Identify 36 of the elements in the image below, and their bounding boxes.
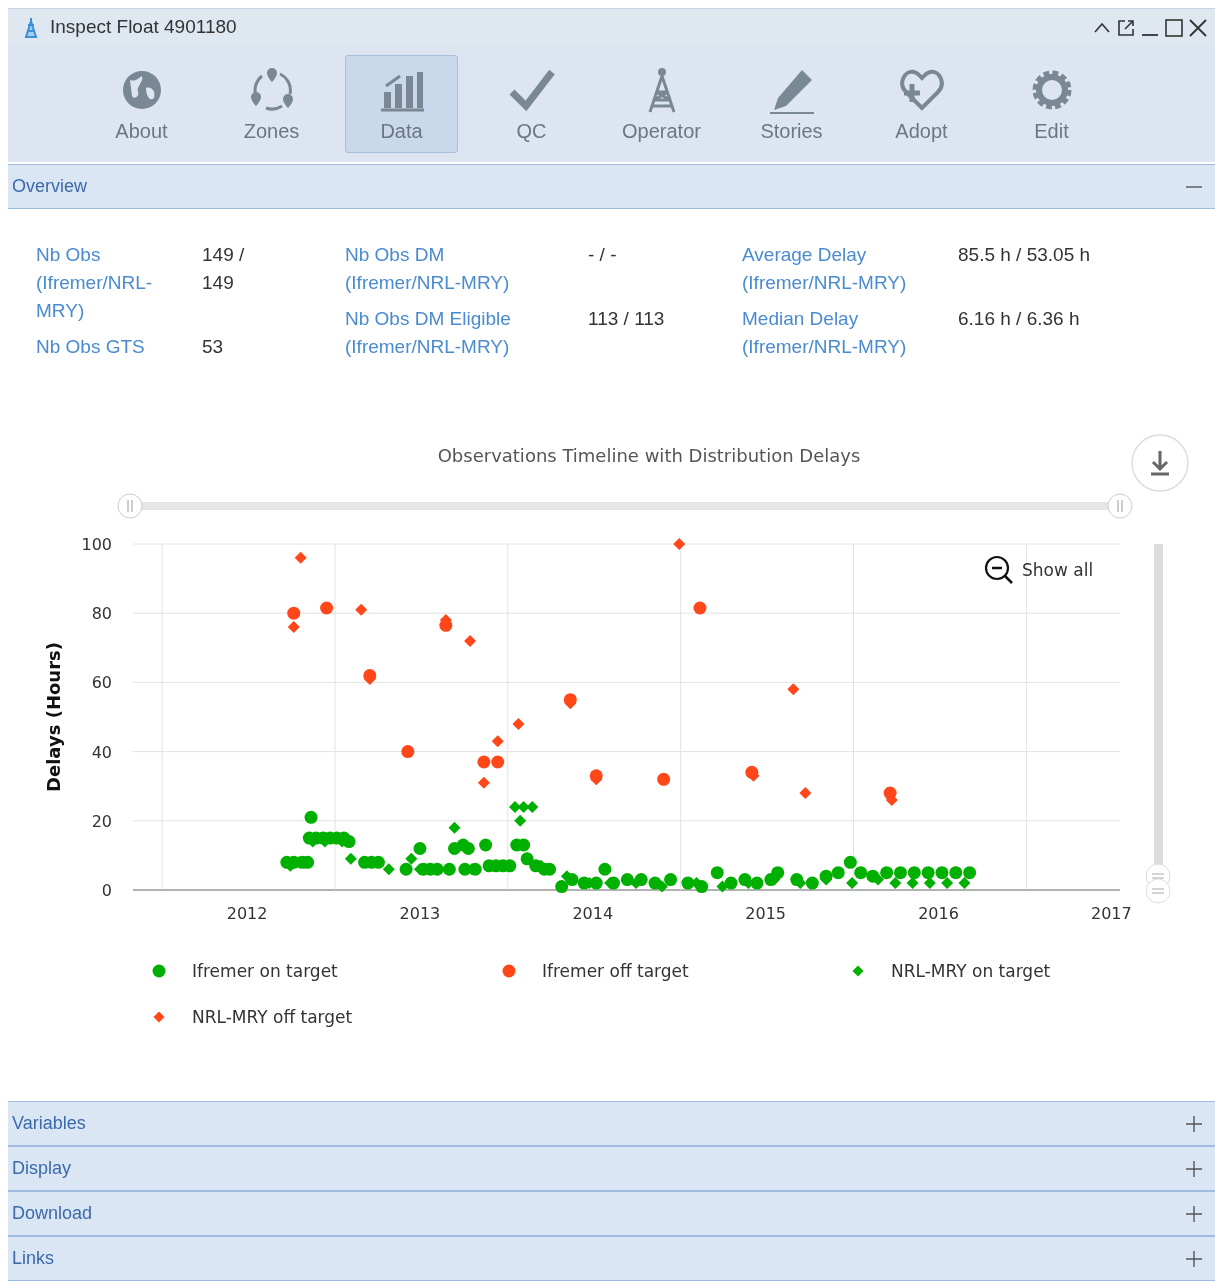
stat-label: Nb Obs GTS [36, 335, 146, 359]
axis-title: Delays (Hours) [43, 642, 64, 792]
legend-label: NRL-MRY off target [192, 1007, 353, 1027]
axis-tick-label: 80 [91, 604, 112, 624]
section-title: Links [12, 1247, 55, 1270]
section-title: Download [12, 1202, 93, 1225]
chart-title: Observations Timeline with Distribution Delays [437, 445, 861, 466]
axis-tick-label: 0 [101, 881, 112, 900]
section-title: Overview [12, 175, 87, 198]
legend-label: NRL-MRY on target [891, 961, 1051, 981]
stat-value: 6.16 h / 6.36 h [958, 308, 1080, 329]
axis-tick-label: 2012 [226, 904, 268, 923]
legend-label: Ifremer on target [192, 961, 339, 981]
stat-value: 53 [202, 335, 225, 359]
axis-tick-label: 2014 [572, 904, 614, 923]
axis-tick-label: 2017 [1091, 904, 1132, 923]
axis-tick-label: 40 [91, 742, 112, 762]
legend-label: Ifremer off target [542, 961, 690, 981]
stat-value: 113 / 113 [588, 308, 665, 329]
axis-tick-label: 20 [91, 811, 112, 831]
stat-label: Nb Obs DM Eligible (Ifremer/NRL-MRY) [345, 307, 512, 359]
stat-label: Median Delay (Ifremer/NRL-MRY) [742, 307, 908, 359]
stat-value: 149 / 149 [202, 243, 246, 295]
axis-tick-label: 2016 [918, 904, 959, 923]
axis-tick-label: 60 [91, 673, 112, 693]
section-title: Variables [12, 1112, 86, 1135]
stat-label: Nb Obs (Ifremer/NRL-MRY) [36, 243, 154, 323]
axis-tick-label: 2013 [399, 904, 441, 923]
axis-tick-label: 2015 [745, 904, 786, 923]
window-title: Inspect Float 4901180 [50, 15, 237, 40]
stat-label: Average Delay (Ifremer/NRL-MRY) [742, 243, 908, 295]
stat-value: - / - [588, 244, 617, 265]
stat-value: 85.5 h / 53.05 h [958, 244, 1091, 265]
section-title: Display [12, 1157, 72, 1180]
axis-tick-label: 100 [81, 535, 112, 554]
stat-label: Nb Obs DM (Ifremer/NRL-MRY) [345, 243, 511, 295]
